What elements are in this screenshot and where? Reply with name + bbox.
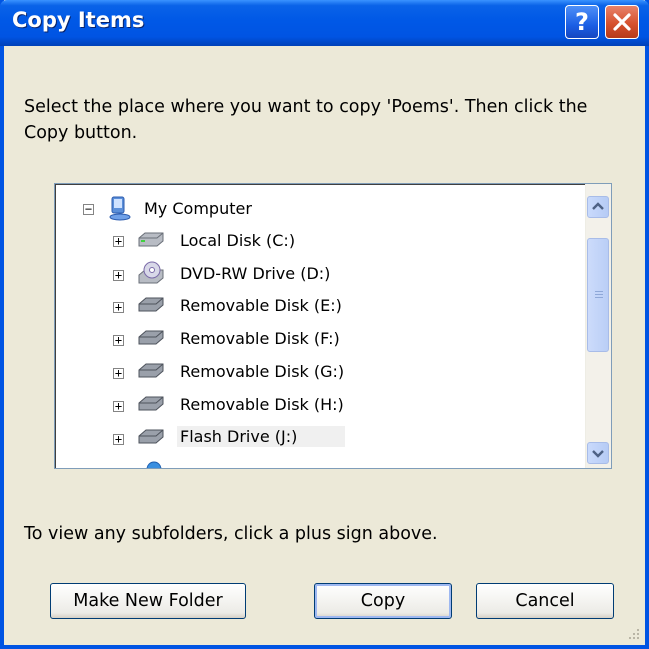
close-icon — [613, 13, 631, 31]
tree-item-local-disk-c[interactable]: Local Disk (C:) — [177, 230, 298, 251]
copy-items-dialog: Copy Items ? Select the place where you … — [0, 0, 649, 649]
tree-item-removable-disk-g[interactable]: Removable Disk (G:) — [177, 361, 347, 382]
expand-toggle[interactable]: + — [113, 269, 124, 281]
tree-item-removable-disk-h[interactable]: Removable Disk (H:) — [177, 394, 347, 415]
expand-toggle[interactable]: + — [113, 400, 124, 412]
hard-disk-icon — [138, 232, 164, 247]
cancel-button[interactable]: Cancel — [476, 583, 614, 619]
expand-toggle[interactable]: + — [113, 433, 124, 445]
dvd-drive-icon — [138, 261, 164, 284]
tree-item-flash-drive-j[interactable]: Flash Drive (J:) — [177, 426, 345, 447]
tree-item-removable-disk-e[interactable]: Removable Disk (E:) — [177, 295, 345, 316]
tree-item-removable-disk-f[interactable]: Removable Disk (F:) — [177, 328, 343, 349]
folder-tree[interactable]: − My Computer + Local Disk (C:) + DVD-RW… — [54, 183, 612, 469]
title-bar[interactable]: Copy Items ? — [0, 0, 649, 46]
copy-button[interactable]: Copy — [314, 583, 452, 619]
expand-toggle[interactable]: + — [113, 235, 124, 247]
chevron-up-icon — [592, 202, 604, 210]
subfolder-hint-text: To view any subfolders, click a plus sig… — [24, 524, 438, 544]
vertical-scrollbar[interactable] — [585, 184, 611, 468]
help-button[interactable]: ? — [565, 5, 599, 39]
chevron-down-icon — [592, 450, 604, 458]
expand-toggle[interactable]: + — [113, 334, 124, 346]
network-icon — [146, 461, 162, 468]
scroll-thumb[interactable] — [587, 238, 609, 352]
expand-toggle[interactable]: + — [113, 301, 124, 313]
tree-item-dvd-rw-drive-d[interactable]: DVD-RW Drive (D:) — [177, 263, 333, 284]
removable-disk-icon — [138, 363, 164, 378]
close-button[interactable] — [605, 5, 639, 39]
window-title: Copy Items — [12, 8, 145, 32]
my-computer-icon — [109, 196, 131, 221]
scroll-grip-icon — [595, 291, 603, 292]
removable-disk-icon — [138, 396, 164, 411]
scroll-down-button[interactable] — [587, 442, 609, 464]
removable-disk-icon — [138, 330, 164, 345]
collapse-toggle[interactable]: − — [83, 203, 94, 215]
expand-toggle[interactable]: + — [113, 367, 124, 379]
instruction-text: Select the place where you want to copy … — [24, 97, 588, 143]
resize-grip-icon[interactable] — [627, 627, 641, 641]
removable-disk-icon — [138, 297, 164, 312]
scroll-up-button[interactable] — [587, 196, 609, 218]
removable-disk-icon — [138, 429, 164, 444]
make-new-folder-button[interactable]: Make New Folder — [50, 583, 246, 619]
tree-item-my-computer[interactable]: My Computer — [141, 198, 255, 219]
